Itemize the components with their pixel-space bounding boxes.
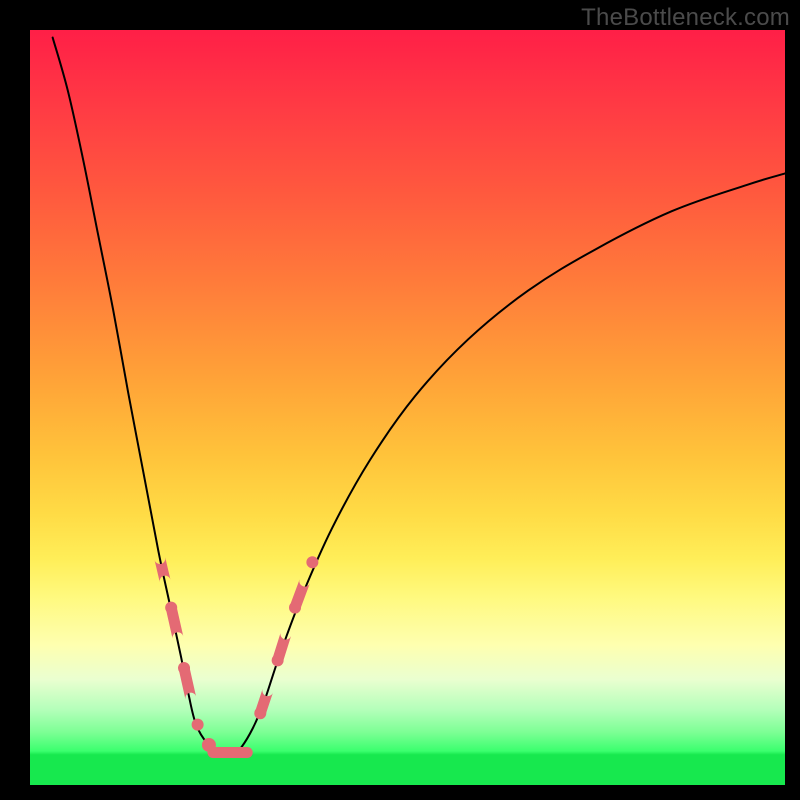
marker-dot (306, 556, 318, 568)
curves-svg (30, 30, 785, 785)
valley-bar (207, 747, 252, 758)
curve-left-branch (53, 38, 234, 754)
watermark-text: TheBottleneck.com (581, 4, 790, 32)
plot-area (30, 30, 785, 785)
marker-pill (155, 557, 171, 582)
marker-dot (192, 719, 204, 731)
curve-right-branch (234, 173, 785, 754)
chart-frame: TheBottleneck.com (0, 0, 800, 800)
